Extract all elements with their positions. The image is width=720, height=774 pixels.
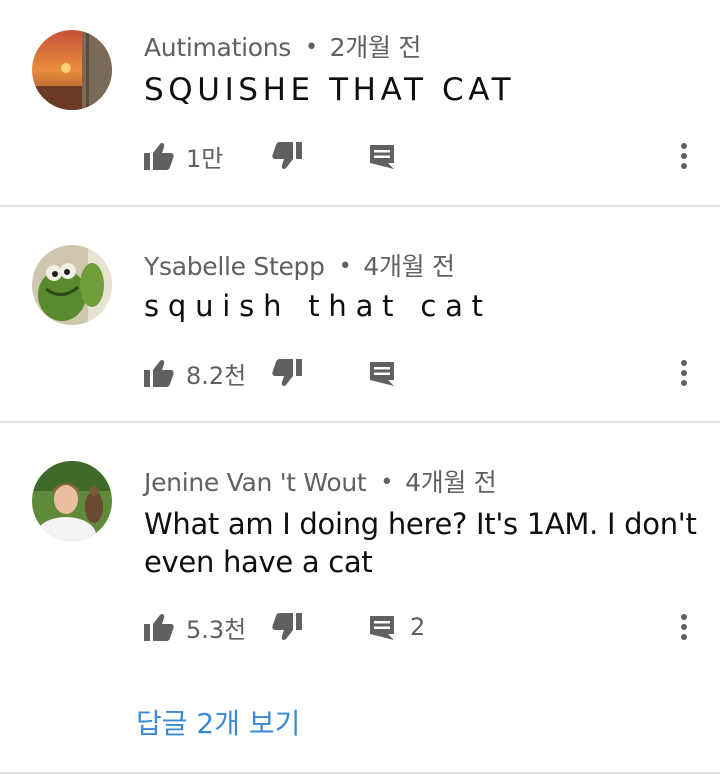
reply-button[interactable] (368, 136, 396, 176)
comment-item: Autimations • 2개월 전 SQUISHE THAT CAT 1만 (0, 0, 720, 207)
comment-item: Jenine Van 't Wout • 4개월 전 What am I doing… (0, 423, 720, 774)
thumbs-down-icon (272, 359, 302, 386)
like-button[interactable]: 1만 (144, 136, 223, 176)
reply-count: 2 (410, 613, 426, 641)
reply-button[interactable] (368, 353, 396, 393)
comment-time: 4개월 전 (405, 468, 497, 497)
avatar[interactable] (32, 245, 112, 325)
thumbs-down-icon (272, 613, 302, 640)
dislike-button[interactable] (272, 607, 302, 647)
comment-actions: 5.3천 2 (144, 607, 704, 647)
author-name[interactable]: Autimations (144, 33, 291, 62)
reply-icon (370, 145, 394, 169)
avatar[interactable] (32, 461, 112, 541)
reply-icon (370, 616, 394, 640)
separator-dot: • (304, 35, 318, 60)
comment-text: squish that cat (144, 289, 492, 323)
more-vert-icon (681, 143, 687, 169)
sunset-avatar-icon (32, 30, 112, 110)
thumbs-down-icon (272, 142, 302, 169)
comment-meta: Autimations • 2개월 전 (144, 28, 421, 64)
avatar[interactable] (32, 30, 112, 110)
more-vert-icon (681, 360, 687, 386)
comment-time: 2개월 전 (329, 33, 422, 62)
reply-button[interactable]: 2 (368, 607, 425, 647)
view-replies-link[interactable]: 답글 2개 보기 (136, 702, 300, 742)
like-count: 1만 (186, 144, 224, 173)
dislike-button[interactable] (272, 353, 302, 393)
like-count: 8.2천 (186, 361, 247, 390)
dislike-button[interactable] (272, 136, 302, 176)
more-options-button[interactable] (674, 607, 694, 647)
comment-actions: 8.2천 (144, 353, 704, 393)
comment-item: Ysabelle Stepp • 4개월 전 squish that cat 8.2… (0, 207, 720, 423)
separator-dot: • (338, 254, 352, 279)
woman-with-bird-avatar-icon (32, 461, 112, 541)
separator-dot: • (380, 470, 394, 495)
kermit-avatar-icon (32, 245, 112, 325)
comment-meta: Jenine Van 't Wout • 4개월 전 (144, 463, 497, 499)
thumbs-up-icon (144, 360, 174, 387)
thumbs-up-icon (144, 143, 174, 170)
more-vert-icon (681, 614, 687, 640)
comment-text: SQUISHE THAT CAT (144, 72, 516, 108)
reply-icon (370, 362, 394, 386)
like-button[interactable]: 5.3천 (144, 607, 246, 647)
author-name[interactable]: Ysabelle Stepp (144, 252, 325, 281)
author-name[interactable]: Jenine Van 't Wout (144, 468, 367, 497)
comment-actions: 1만 (144, 136, 704, 176)
comment-text: What am I doing here? It's 1AM. I don't … (144, 507, 697, 579)
thumbs-up-icon (144, 614, 174, 641)
more-options-button[interactable] (674, 136, 694, 176)
comment-meta: Ysabelle Stepp • 4개월 전 (144, 247, 455, 283)
like-button[interactable]: 8.2천 (144, 353, 246, 393)
comment-time: 4개월 전 (363, 252, 455, 281)
like-count: 5.3천 (186, 615, 247, 644)
more-options-button[interactable] (674, 353, 694, 393)
